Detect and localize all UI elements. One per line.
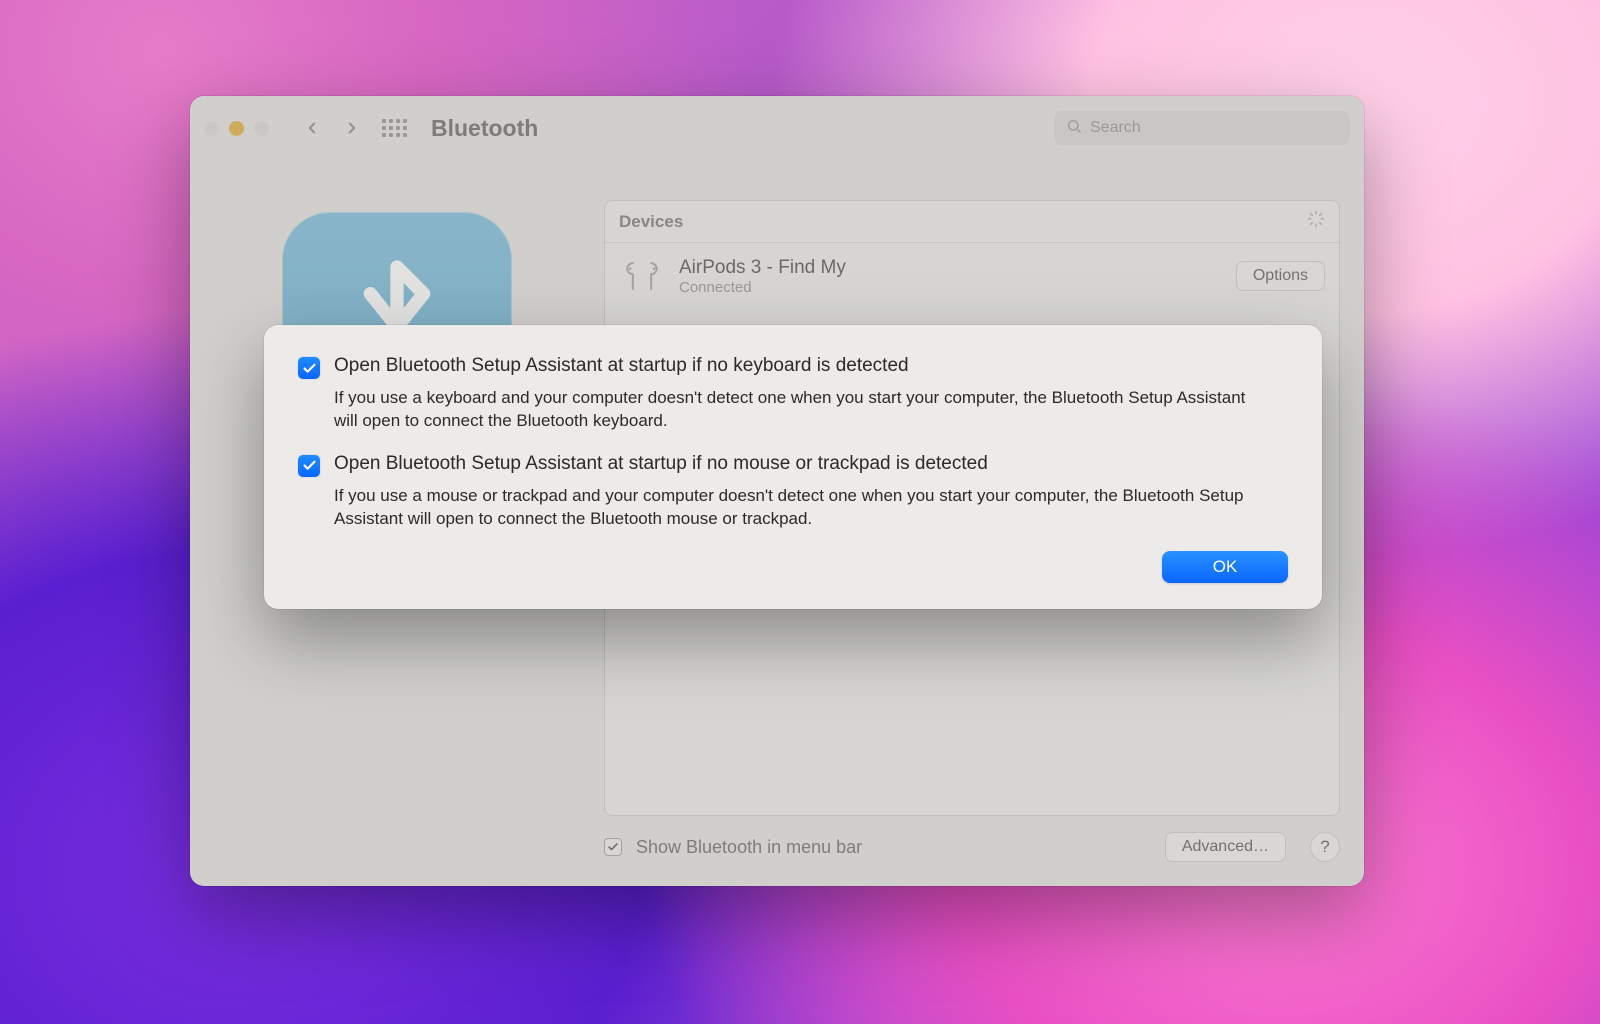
zoom-button[interactable] bbox=[254, 121, 269, 136]
advanced-sheet: Open Bluetooth Setup Assistant at startu… bbox=[264, 325, 1322, 609]
show-all-button[interactable] bbox=[379, 113, 409, 143]
scanning-spinner-icon bbox=[1307, 210, 1325, 233]
titlebar: Bluetooth Search bbox=[190, 96, 1364, 160]
sheet-footer: OK bbox=[298, 551, 1288, 583]
devices-header: Devices bbox=[605, 201, 1339, 243]
minimize-button[interactable] bbox=[229, 121, 244, 136]
window-controls bbox=[204, 121, 269, 136]
option-keyboard-title: Open Bluetooth Setup Assistant at startu… bbox=[334, 355, 1254, 377]
search-icon bbox=[1066, 118, 1082, 139]
option-mouse-checkbox[interactable] bbox=[298, 455, 320, 477]
window-title: Bluetooth bbox=[431, 115, 538, 142]
forward-button[interactable] bbox=[337, 113, 367, 143]
device-row[interactable]: AirPods 3 - Find My Connected Options bbox=[605, 243, 1339, 309]
show-menu-bar-checkbox[interactable] bbox=[604, 838, 622, 856]
device-options-button[interactable]: Options bbox=[1236, 261, 1325, 291]
option-mouse-desc: If you use a mouse or trackpad and your … bbox=[334, 485, 1254, 531]
footer-row: Show Bluetooth in menu bar Advanced… ? bbox=[604, 816, 1340, 862]
option-mouse-title: Open Bluetooth Setup Assistant at startu… bbox=[334, 453, 1254, 475]
help-button[interactable]: ? bbox=[1310, 832, 1340, 862]
option-keyboard: Open Bluetooth Setup Assistant at startu… bbox=[298, 355, 1288, 433]
device-name: AirPods 3 - Find My bbox=[679, 257, 846, 279]
option-keyboard-desc: If you use a keyboard and your computer … bbox=[334, 387, 1254, 433]
option-keyboard-checkbox[interactable] bbox=[298, 357, 320, 379]
close-button[interactable] bbox=[204, 121, 219, 136]
back-button[interactable] bbox=[297, 113, 327, 143]
device-status: Connected bbox=[679, 279, 846, 296]
option-mouse: Open Bluetooth Setup Assistant at startu… bbox=[298, 453, 1288, 531]
devices-header-label: Devices bbox=[619, 212, 683, 232]
ok-button[interactable]: OK bbox=[1162, 551, 1288, 583]
show-menu-bar-label: Show Bluetooth in menu bar bbox=[636, 837, 862, 858]
advanced-button[interactable]: Advanced… bbox=[1165, 832, 1286, 862]
airpods-icon bbox=[619, 253, 665, 299]
search-field[interactable]: Search bbox=[1054, 111, 1350, 145]
search-placeholder: Search bbox=[1090, 119, 1141, 137]
device-info: AirPods 3 - Find My Connected bbox=[679, 257, 846, 296]
